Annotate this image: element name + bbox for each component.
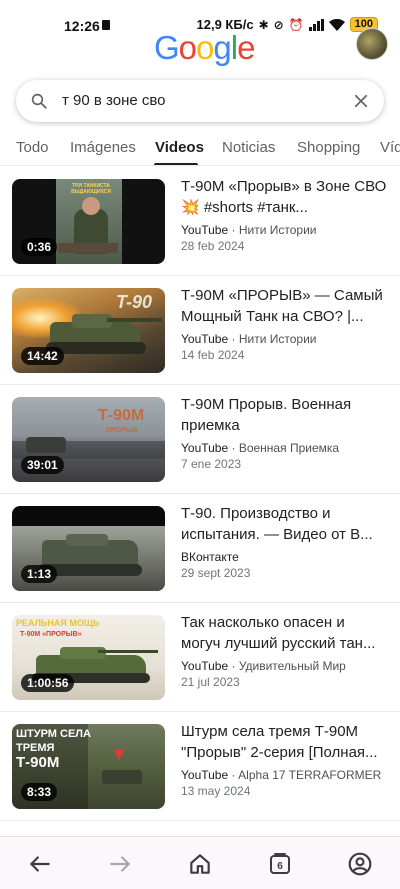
video-thumbnail[interactable]: T-90 14:42 xyxy=(12,288,165,373)
result-source: YouTube · Нити Истории xyxy=(181,332,317,346)
video-duration: 39:01 xyxy=(21,456,64,474)
video-thumbnail[interactable]: РЕАЛЬНАЯ МОЩЬ Т-90М «ПРОРЫВ» 1:00:56 xyxy=(12,615,165,700)
search-box[interactable]: т 90 в зоне сво xyxy=(16,80,384,122)
tab-videos[interactable]: Videos xyxy=(155,139,204,156)
result-date: 28 feb 2024 xyxy=(181,239,245,253)
video-thumbnail[interactable]: 1:13 xyxy=(12,506,165,591)
tab-switcher-button[interactable]: 6 xyxy=(267,851,293,877)
home-icon[interactable] xyxy=(187,851,213,877)
source-site: YouTube xyxy=(181,441,229,455)
video-duration: 1:00:56 xyxy=(21,674,75,692)
thumbnail-caption: ТРИ ТАНКИСТА ВЫДАЮЩИХСЯ xyxy=(71,183,111,195)
account-icon[interactable] xyxy=(347,851,373,877)
source-site: YouTube xyxy=(181,332,229,346)
back-arrow-icon[interactable] xyxy=(27,851,53,877)
result-source: YouTube · Alpha 17 TERRAFORMER xyxy=(181,768,382,782)
tab-images[interactable]: Imágenes xyxy=(70,139,136,156)
result-source: YouTube · Военная Приемка xyxy=(181,441,340,455)
mute-icon: ⊘ xyxy=(273,17,284,32)
source-site: YouTube xyxy=(181,659,229,673)
result-title[interactable]: Т-90М «Прорыв» в Зоне СВО💥 #shorts #танк… xyxy=(181,176,387,218)
source-channel: Удивительный Мир xyxy=(238,659,346,673)
bluetooth-icon: ✱ xyxy=(258,17,269,32)
search-icon xyxy=(31,93,47,109)
notification-icon xyxy=(102,20,110,30)
tab-news[interactable]: Noticias xyxy=(222,139,275,156)
video-thumbnail[interactable]: ШТУРМ СЕЛА ТРЕМЯ Т-90М 8:33 xyxy=(12,724,165,809)
signal-icon xyxy=(308,18,324,31)
source-channel: Alpha 17 TERRAFORMER xyxy=(238,768,382,782)
thumbnail-caption: ШТУРМ СЕЛА xyxy=(16,728,91,740)
video-duration: 1:13 xyxy=(21,565,58,583)
result-date: 21 jul 2023 xyxy=(181,675,240,689)
source-channel: Нити Истории xyxy=(238,332,317,346)
thumbnail-caption: Т-90М xyxy=(98,407,145,424)
tab-more[interactable]: Víd xyxy=(380,139,400,156)
result-title[interactable]: Так насколько опасен и могуч лучший русс… xyxy=(181,612,387,654)
source-site: ВКонтакте xyxy=(181,550,239,564)
alarm-icon: ⏰ xyxy=(288,17,304,32)
result-date: 13 may 2024 xyxy=(181,784,251,798)
source-channel: Военная Приемка xyxy=(238,441,340,455)
result-date: 14 feb 2024 xyxy=(181,348,245,362)
video-thumbnail[interactable]: Т-90М ПРОРЫВ 39:01 xyxy=(12,397,165,482)
source-site: YouTube xyxy=(181,768,229,782)
wifi-icon xyxy=(328,18,345,31)
browser-bottom-bar: 6 xyxy=(0,836,400,889)
result-date: 7 ene 2023 xyxy=(181,457,242,471)
result-title[interactable]: Штурм села тремя Т-90М "Прорыв" 2-серия … xyxy=(181,721,387,763)
forward-arrow-icon[interactable] xyxy=(107,851,133,877)
result-item[interactable]: T-90 14:42 Т-90М «ПРОРЫВ» — Самый Мощный… xyxy=(0,276,400,385)
result-item[interactable]: Т-90М ПРОРЫВ 39:01 Т-90М Прорыв. Военная… xyxy=(0,385,400,494)
result-source: YouTube · Удивительный Мир xyxy=(181,659,346,673)
thumbnail-subcaption: ПРОРЫВ xyxy=(106,427,138,434)
source-site: YouTube xyxy=(181,223,229,237)
result-title[interactable]: Т-90М «ПРОРЫВ» — Самый Мощный Танк на СВ… xyxy=(181,285,387,327)
result-date: 29 sept 2023 xyxy=(181,566,251,580)
result-source: YouTube · Нити Истории xyxy=(181,223,317,237)
close-icon[interactable] xyxy=(352,92,370,110)
result-title[interactable]: Т-90. Производство и испытания. — Видео … xyxy=(181,503,387,545)
video-duration: 8:33 xyxy=(21,783,58,801)
account-avatar[interactable] xyxy=(356,28,388,60)
tab-shopping[interactable]: Shopping xyxy=(297,139,360,156)
source-channel: Нити Истории xyxy=(238,223,317,237)
result-item[interactable]: 1:13 Т-90. Производство и испытания. — В… xyxy=(0,494,400,603)
thumbnail-caption-3: Т-90М xyxy=(16,754,60,771)
result-item[interactable]: ШТУРМ СЕЛА ТРЕМЯ Т-90М 8:33 Штурм села т… xyxy=(0,712,400,821)
status-time: 12:26 xyxy=(64,18,100,34)
search-tabs: Todo Imágenes Videos Noticias Shopping V… xyxy=(0,128,400,166)
tab-count: 6 xyxy=(277,860,283,872)
video-thumbnail[interactable]: ТРИ ТАНКИСТА ВЫДАЮЩИХСЯ 0:36 xyxy=(12,179,165,264)
tab-all[interactable]: Todo xyxy=(16,139,49,156)
thumbnail-caption: T-90 xyxy=(116,292,153,312)
active-tab-indicator xyxy=(154,163,198,165)
result-item[interactable]: РЕАЛЬНАЯ МОЩЬ Т-90М «ПРОРЫВ» 1:00:56 Так… xyxy=(0,603,400,712)
thumbnail-subcaption: Т-90М «ПРОРЫВ» xyxy=(20,631,82,638)
result-item[interactable]: ТРИ ТАНКИСТА ВЫДАЮЩИХСЯ 0:36 Т-90М «Прор… xyxy=(0,167,400,276)
result-source: ВКонтакте xyxy=(181,550,239,564)
search-input[interactable]: т 90 в зоне сво xyxy=(62,92,166,109)
video-duration: 0:36 xyxy=(21,238,58,256)
video-duration: 14:42 xyxy=(21,347,64,365)
thumbnail-caption: РЕАЛЬНАЯ МОЩЬ xyxy=(16,618,100,628)
google-logo[interactable]: Google xyxy=(154,30,255,66)
result-title[interactable]: Т-90М Прорыв. Военная приемка xyxy=(181,394,387,436)
